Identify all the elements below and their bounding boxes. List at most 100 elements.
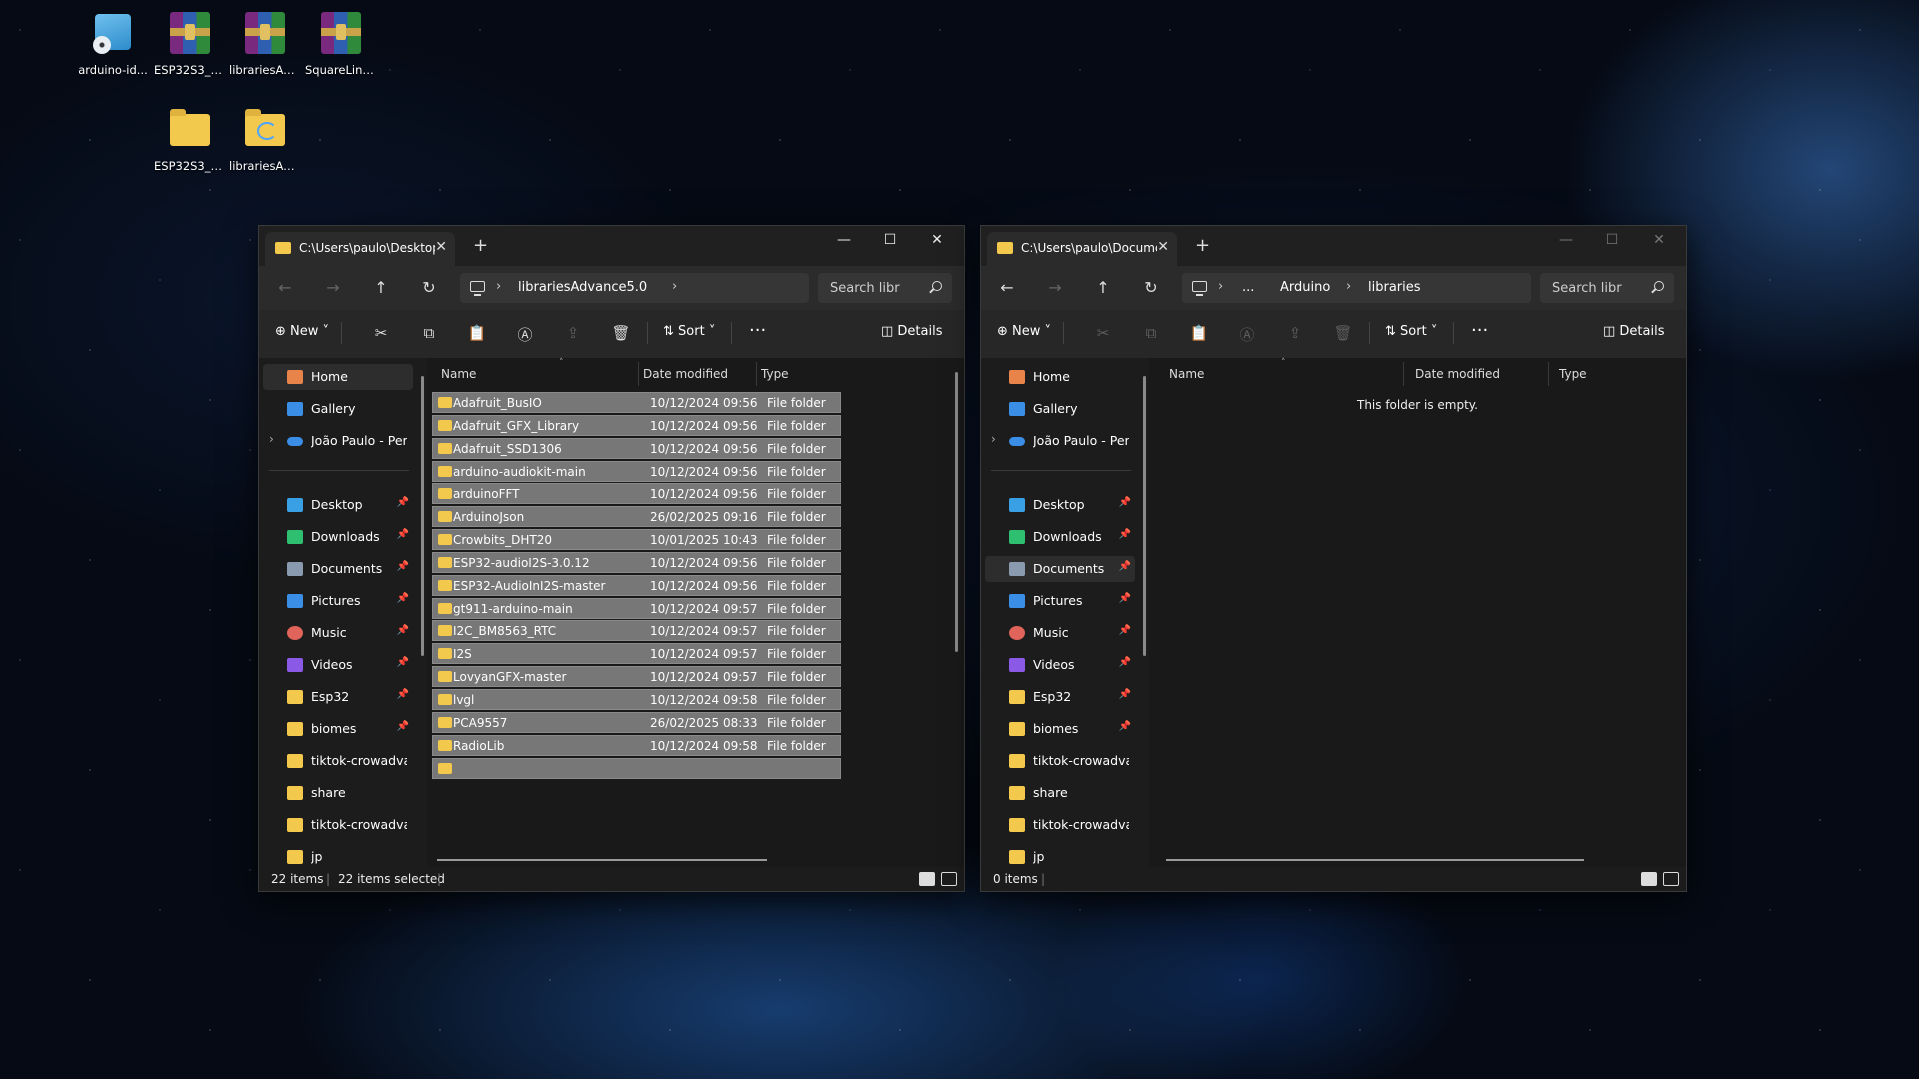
sidebar-item-jp[interactable]: jp <box>263 844 413 866</box>
column-header-type[interactable]: Type <box>761 367 789 381</box>
sidebar-item-pictures[interactable]: Pictures 📌 <box>263 588 413 614</box>
pin-icon[interactable]: 📌 <box>1119 625 1131 636</box>
chevron-right-icon[interactable]: › <box>496 279 501 294</box>
forward-button[interactable]: → <box>1045 278 1065 297</box>
pin-icon[interactable]: 📌 <box>397 689 409 700</box>
file-row[interactable]: arduinoFFT 10/12/2024 09:56 File folder <box>432 483 841 505</box>
sidebar-item-esp32[interactable]: Esp32 📌 <box>263 684 413 710</box>
expand-icon[interactable]: › <box>269 432 274 446</box>
new-tab-button[interactable]: + <box>1195 235 1210 256</box>
sidebar-item-share[interactable]: share <box>263 780 413 806</box>
address-bar[interactable]: › librariesAdvance5.0 › <box>460 273 809 303</box>
pin-icon[interactable]: 📌 <box>397 657 409 668</box>
sidebar-item-share[interactable]: share <box>985 780 1135 806</box>
sidebar-item-home[interactable]: Home <box>263 364 413 390</box>
cut-icon[interactable]: ✂ <box>1093 324 1113 342</box>
file-row[interactable]: Adafruit_BusIO 10/12/2024 09:56 File folde… <box>432 392 841 413</box>
refresh-button[interactable]: ↻ <box>1141 278 1161 297</box>
file-row[interactable]: arduino-audiokit-main 10/12/2024 09:56 Fil… <box>432 460 841 482</box>
sort-button[interactable]: ⇅ Sort ˅ <box>663 324 715 339</box>
column-header-date[interactable]: Date modified <box>643 367 728 381</box>
pin-icon[interactable]: 📌 <box>1119 497 1131 508</box>
column-divider[interactable] <box>1548 362 1549 386</box>
desktop-icon-esp32s3-folder[interactable]: ESP32S3_1... <box>154 106 226 173</box>
sidebar-item-documents[interactable]: Documents 📌 <box>985 556 1135 582</box>
sort-button[interactable]: ⇅ Sort ˅ <box>1385 324 1437 339</box>
sidebar-item-biomes[interactable]: biomes 📌 <box>985 716 1135 742</box>
file-row-partial[interactable] <box>432 757 841 779</box>
sidebar-item-gallery[interactable]: Gallery <box>985 396 1135 422</box>
maximize-button[interactable]: ☐ <box>867 226 913 256</box>
file-row[interactable]: ArduinoJson 26/02/2025 09:16 File folder <box>432 506 841 528</box>
address-bar[interactable]: › ... Arduino › libraries <box>1182 273 1531 303</box>
sidebar-item-desktop[interactable]: Desktop 📌 <box>985 492 1135 518</box>
tab-current[interactable]: C:\Users\paulo\Documents\Ar ✕ <box>987 232 1177 266</box>
back-button[interactable]: ← <box>275 278 295 297</box>
close-window-button[interactable]: ✕ <box>914 226 960 256</box>
file-row[interactable]: Crowbits_DHT20 10/01/2025 10:43 File folde… <box>432 529 841 551</box>
new-tab-button[interactable]: + <box>473 235 488 256</box>
breadcrumb-overflow[interactable]: ... <box>1242 280 1254 295</box>
column-header-name[interactable]: Name <box>1169 367 1204 381</box>
sidebar-item-esp32[interactable]: Esp32 📌 <box>985 684 1135 710</box>
desktop-icon-arduino-ide[interactable]: arduino-id... <box>77 10 149 77</box>
chevron-right-icon[interactable]: › <box>1346 279 1351 294</box>
share-icon[interactable]: ⇪ <box>563 324 583 342</box>
sidebar-item-onedrive[interactable]: › João Paulo - Persoi <box>985 428 1135 454</box>
sidebar-item-downloads[interactable]: Downloads 📌 <box>985 524 1135 550</box>
cut-icon[interactable]: ✂ <box>371 324 391 342</box>
file-row[interactable]: Adafruit_GFX_Library 10/12/2024 09:56 File… <box>432 414 841 436</box>
file-row[interactable]: lvgl 10/12/2024 09:58 File folder <box>432 688 841 710</box>
sidebar-item-videos[interactable]: Videos 📌 <box>985 652 1135 678</box>
pin-icon[interactable]: 📌 <box>1119 561 1131 572</box>
pin-icon[interactable]: 📌 <box>1119 721 1131 732</box>
pin-icon[interactable]: 📌 <box>1119 593 1131 604</box>
chevron-right-icon[interactable]: › <box>1218 279 1223 294</box>
sidebar-item-tiktok-2[interactable]: tiktok-crowadvanc <box>263 812 413 838</box>
minimize-button[interactable]: — <box>821 226 867 256</box>
search-box[interactable]: Search librar <box>818 273 952 303</box>
file-row[interactable]: I2C_BM8563_RTC 10/12/2024 09:57 File folde… <box>432 620 841 642</box>
file-row[interactable]: gt911-arduino-main 10/12/2024 09:57 File f… <box>432 597 841 619</box>
column-header-date[interactable]: Date modified <box>1415 367 1500 381</box>
pin-icon[interactable]: 📌 <box>397 561 409 572</box>
expand-icon[interactable]: › <box>991 432 996 446</box>
sidebar-item-desktop[interactable]: Desktop 📌 <box>263 492 413 518</box>
details-view-icon[interactable] <box>1641 872 1657 886</box>
delete-icon[interactable]: 🗑 <box>1333 324 1353 342</box>
horizontal-scrollbar[interactable] <box>437 859 767 861</box>
desktop-icon-libraries-rar[interactable]: librariesAd... <box>229 10 301 77</box>
sidebar-item-documents[interactable]: Documents 📌 <box>263 556 413 582</box>
more-options-button[interactable]: ··· <box>1471 320 1488 341</box>
column-divider[interactable] <box>756 362 757 386</box>
file-row[interactable]: RadioLib 10/12/2024 09:58 File folder <box>432 734 841 756</box>
share-icon[interactable]: ⇪ <box>1285 324 1305 342</box>
search-box[interactable]: Search librar <box>1540 273 1674 303</box>
column-header-type[interactable]: Type <box>1559 367 1587 381</box>
pin-icon[interactable]: 📌 <box>397 593 409 604</box>
rename-icon[interactable]: Ⓐ <box>1237 324 1257 344</box>
file-row[interactable]: ESP32-audioI2S-3.0.12 10/12/2024 09:56 Fil… <box>432 551 841 573</box>
more-options-button[interactable]: ··· <box>749 320 766 341</box>
pin-icon[interactable]: 📌 <box>1119 689 1131 700</box>
desktop-icon-libraries-folder[interactable]: librariesAd... <box>229 106 301 173</box>
horizontal-scrollbar[interactable] <box>1166 859 1584 861</box>
chevron-right-icon[interactable]: › <box>672 279 677 294</box>
sidebar-item-tiktok-1[interactable]: tiktok-crowadvanc <box>985 748 1135 774</box>
sidebar-item-pictures[interactable]: Pictures 📌 <box>985 588 1135 614</box>
sidebar-item-tiktok-1[interactable]: tiktok-crowadvanc <box>263 748 413 774</box>
paste-icon[interactable]: 📋 <box>467 324 487 342</box>
copy-icon[interactable]: ⧉ <box>1141 324 1161 342</box>
desktop-icon-esp32s3-rar[interactable]: ESP32S3_1... <box>154 10 226 77</box>
delete-icon[interactable]: 🗑 <box>611 324 631 342</box>
sidebar-item-gallery[interactable]: Gallery <box>263 396 413 422</box>
breadcrumb-segment[interactable]: libraries <box>1368 280 1421 295</box>
forward-button[interactable]: → <box>323 278 343 297</box>
file-row[interactable]: ESP32-AudioInI2S-master 10/12/2024 09:56 F… <box>432 574 841 596</box>
pin-icon[interactable]: 📌 <box>397 625 409 636</box>
desktop-icon-squareline-rar[interactable]: SquareLine... <box>305 10 377 77</box>
details-view-icon[interactable] <box>919 872 935 886</box>
pin-icon[interactable]: 📌 <box>1119 657 1131 668</box>
pin-icon[interactable]: 📌 <box>397 721 409 732</box>
close-window-button[interactable]: ✕ <box>1636 226 1682 256</box>
